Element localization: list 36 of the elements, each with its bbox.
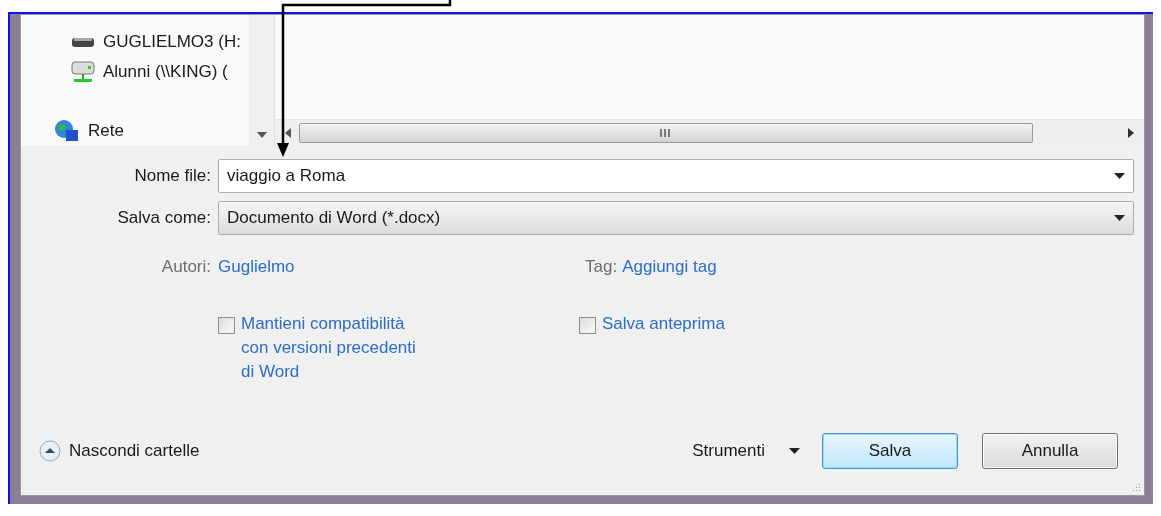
vertical-scrollbar[interactable] <box>249 15 274 146</box>
scroll-left-icon[interactable] <box>285 128 291 138</box>
dropdown-caret-icon[interactable] <box>789 448 800 454</box>
field-label: Tag: <box>585 257 618 277</box>
navigation-label: GUGLIELMO3 (H: <box>103 31 241 52</box>
cancel-button[interactable]: Annulla <box>982 433 1118 469</box>
checkbox[interactable] <box>579 317 596 334</box>
field-label: Autori: <box>161 257 211 277</box>
checkbox-label[interactable]: Mantieni compatibilità con versioni precedenti di Word <box>241 312 431 384</box>
checkbox-label[interactable]: Salva anteprima <box>602 312 725 336</box>
scroll-right-icon[interactable] <box>1128 128 1134 138</box>
dropdown-caret-icon[interactable] <box>1114 173 1125 179</box>
field-label: Nome file: <box>134 166 211 186</box>
navigation-label: Rete <box>88 121 124 142</box>
collapse-up-icon[interactable] <box>39 440 61 462</box>
network-drive-icon <box>71 60 95 83</box>
checkbox[interactable] <box>218 317 235 334</box>
navigation-item[interactable]: Alunni (\\KING) ( <box>21 56 249 87</box>
globe-network-icon <box>54 119 80 144</box>
hide-folders-label[interactable]: Nascondi cartelle <box>69 441 200 461</box>
tools-menu-label[interactable]: Strumenti <box>692 441 765 461</box>
grip-icon <box>660 128 672 138</box>
navigation-label: Alunni (\\KING) ( <box>103 61 228 82</box>
save-button[interactable]: Salva <box>822 433 958 469</box>
horizontal-scrollbar[interactable] <box>275 119 1144 146</box>
scroll-down-icon[interactable] <box>256 132 267 138</box>
file-name-field[interactable]: viaggio a Roma <box>218 159 1134 193</box>
navigation-item[interactable]: GUGLIELMO3 (H: <box>21 27 249 57</box>
scrollbar-thumb[interactable] <box>299 123 1033 143</box>
navigation-item[interactable]: Rete <box>21 116 249 146</box>
add-tag-link[interactable]: Aggiungi tag <box>622 257 1134 277</box>
field-label: Salva come: <box>117 208 211 228</box>
resize-grip-icon[interactable] <box>1131 482 1141 492</box>
authors-link[interactable]: Guglielmo <box>218 257 578 277</box>
dropdown-caret-icon[interactable] <box>1114 215 1125 221</box>
save-as-dropdown[interactable]: Documento di Word (*.docx) <box>218 201 1134 235</box>
